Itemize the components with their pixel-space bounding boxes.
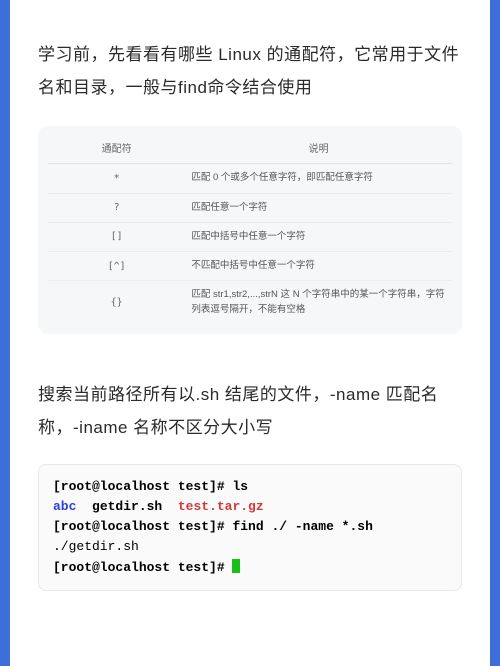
wildcard-desc: 不匹配中括号中任意一个字符 — [185, 252, 452, 281]
wildcard-symbol: {} — [48, 281, 185, 324]
wildcard-desc: 匹配 str1,str2,...,strN 这 N 个字符串中的某一个字符串，字… — [185, 281, 452, 324]
terminal-dir: abc — [53, 499, 76, 514]
table-row: * 匹配 0 个或多个任意字符，即匹配任意字符 — [48, 164, 452, 193]
wildcard-symbol: ? — [48, 193, 185, 222]
wildcard-symbol: [^] — [48, 252, 185, 281]
terminal-prompt: [root@localhost test]# — [53, 519, 225, 534]
table-row: [] 匹配中括号中任意一个字符 — [48, 222, 452, 251]
terminal-archive: test.tar.gz — [178, 499, 264, 514]
table-row: ? 匹配任意一个字符 — [48, 193, 452, 222]
terminal-command: ls — [232, 479, 248, 494]
wildcard-desc: 匹配任意一个字符 — [185, 193, 452, 222]
wildcard-desc: 匹配中括号中任意一个字符 — [185, 222, 452, 251]
table-header-symbol: 通配符 — [48, 134, 185, 164]
cursor-icon — [232, 559, 240, 573]
table-row: [^] 不匹配中括号中任意一个字符 — [48, 252, 452, 281]
table-row: {} 匹配 str1,str2,...,strN 这 N 个字符串中的某一个字符… — [48, 281, 452, 324]
terminal-block: [root@localhost test]# ls abc getdir.sh … — [38, 464, 462, 591]
wildcard-desc: 匹配 0 个或多个任意字符，即匹配任意字符 — [185, 164, 452, 193]
mid-paragraph: 搜索当前路径所有以.sh 结尾的文件，-name 匹配名称，-iname 名称不… — [38, 378, 462, 444]
terminal-prompt: [root@localhost test]# — [53, 479, 225, 494]
wildcard-symbol: * — [48, 164, 185, 193]
terminal-output: ./getdir.sh — [53, 539, 139, 554]
wildcard-table: 通配符 说明 * 匹配 0 个或多个任意字符，即匹配任意字符 ? 匹配任意一个字… — [48, 134, 452, 324]
table-header-desc: 说明 — [185, 134, 452, 164]
terminal-command: find ./ -name *.sh — [232, 519, 372, 534]
terminal-prompt: [root@localhost test]# — [53, 560, 225, 575]
intro-paragraph: 学习前，先看看有哪些 Linux 的通配符，它常用于文件名和目录，一般与find… — [38, 38, 462, 104]
terminal-file: getdir.sh — [92, 499, 162, 514]
wildcard-table-container: 通配符 说明 * 匹配 0 个或多个任意字符，即匹配任意字符 ? 匹配任意一个字… — [38, 126, 462, 334]
wildcard-symbol: [] — [48, 222, 185, 251]
